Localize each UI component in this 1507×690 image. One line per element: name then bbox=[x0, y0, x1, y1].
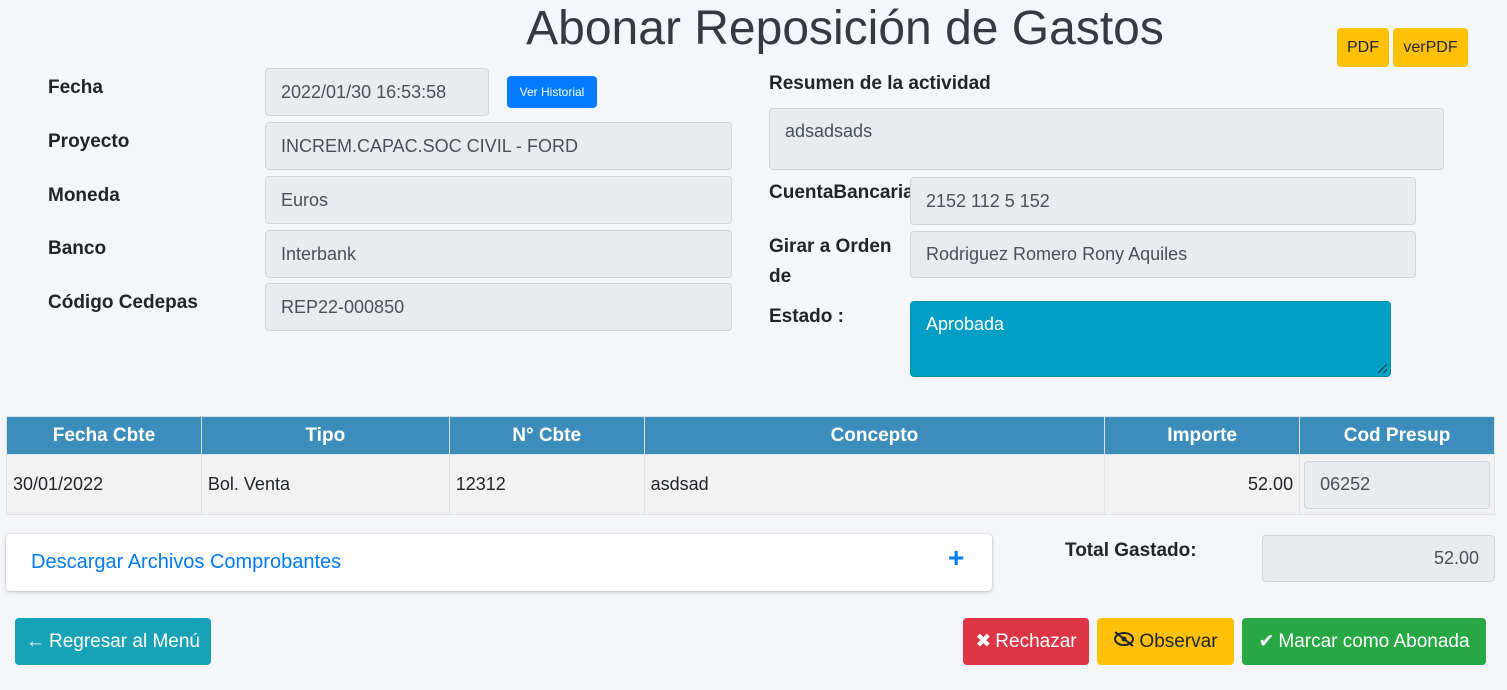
cod-presup-field[interactable]: 06252 bbox=[1304, 460, 1490, 509]
regresar-label: Regresar al Menú bbox=[48, 630, 201, 652]
estado-label: Estado : bbox=[769, 306, 844, 327]
eye-slash-icon bbox=[1113, 630, 1135, 653]
cell-importe: 52.00 bbox=[1104, 454, 1301, 515]
cell-numero: 12312 bbox=[448, 454, 645, 515]
table-header-row: Fecha Cbte Tipo N° Cbte Concepto Importe… bbox=[6, 416, 1495, 455]
archivos-link[interactable]: Descargar Archivos Comprobantes bbox=[31, 551, 341, 574]
banco-label: Banco bbox=[48, 238, 107, 259]
check-icon: ✔ bbox=[1258, 631, 1275, 652]
cell-concepto: asdsad bbox=[643, 454, 1106, 515]
total-label: Total Gastado: bbox=[1065, 540, 1197, 561]
cuenta-bancaria-label: CuentaBancaria bbox=[769, 182, 914, 203]
col-cod-presup: Cod Presup bbox=[1299, 416, 1495, 455]
pdf-button[interactable]: PDF bbox=[1337, 28, 1389, 67]
archivos-card[interactable]: Descargar Archivos Comprobantes + bbox=[6, 534, 992, 591]
total-field[interactable]: 52.00 bbox=[1262, 535, 1495, 582]
verpdf-button[interactable]: verPDF bbox=[1393, 28, 1468, 67]
page-title: Abonar Reposición de Gastos bbox=[526, 2, 1164, 55]
plus-icon[interactable]: + bbox=[948, 544, 964, 572]
regresar-menu-button[interactable]: ← Regresar al Menú bbox=[15, 618, 211, 665]
codigo-cedepas-field[interactable]: REP22-000850 bbox=[265, 283, 732, 331]
banco-field[interactable]: Interbank bbox=[265, 230, 732, 278]
girar-orden-field[interactable]: Rodriguez Romero Rony Aquiles bbox=[910, 231, 1416, 278]
arrow-left-icon: ← bbox=[25, 630, 45, 652]
col-tipo: Tipo bbox=[200, 416, 450, 455]
rechazar-button[interactable]: ✖ Rechazar bbox=[963, 618, 1089, 665]
col-concepto: Concepto bbox=[643, 416, 1106, 455]
fecha-label: Fecha bbox=[48, 77, 103, 98]
girar-orden-label: Girar a Orden bbox=[769, 236, 892, 257]
rechazar-label: Rechazar bbox=[995, 630, 1077, 652]
resumen-label: Resumen de la actividad bbox=[769, 73, 991, 94]
ver-historial-button[interactable]: Ver Historial bbox=[507, 76, 597, 108]
cuenta-bancaria-field[interactable]: 2152 112 5 152 bbox=[910, 177, 1416, 225]
proyecto-label: Proyecto bbox=[48, 131, 130, 152]
codigo-cedepas-label: Código Cedepas bbox=[48, 292, 198, 313]
col-importe: Importe bbox=[1104, 416, 1301, 455]
col-fecha-cbte: Fecha Cbte bbox=[6, 416, 202, 455]
cell-tipo: Bol. Venta bbox=[200, 454, 450, 515]
close-icon: ✖ bbox=[975, 631, 992, 652]
girar-orden-label-2: de bbox=[769, 266, 792, 287]
observar-label: Observar bbox=[1139, 630, 1218, 652]
resize-handle[interactable] bbox=[1378, 364, 1387, 373]
col-numero-cbte: N° Cbte bbox=[448, 416, 645, 455]
proyecto-field[interactable]: INCREM.CAPAC.SOC CIVIL - FORD bbox=[265, 122, 732, 170]
observar-button[interactable]: Observar bbox=[1097, 618, 1234, 665]
items-table: Fecha Cbte Tipo N° Cbte Concepto Importe… bbox=[6, 416, 1495, 515]
table-row: 30/01/2022 Bol. Venta 12312 asdsad 52.00… bbox=[6, 454, 1495, 515]
moneda-label: Moneda bbox=[48, 185, 120, 206]
abonada-label: Marcar como Abonada bbox=[1278, 630, 1470, 652]
fecha-field[interactable]: 2022/01/30 16:53:58 bbox=[265, 68, 489, 116]
resumen-field[interactable]: adsadsads bbox=[769, 108, 1444, 170]
marcar-abonada-button[interactable]: ✔ Marcar como Abonada bbox=[1242, 618, 1486, 665]
moneda-field[interactable]: Euros bbox=[265, 176, 732, 224]
estado-value: Aprobada bbox=[926, 314, 1005, 334]
cell-cod-presup: 06252 bbox=[1299, 454, 1495, 515]
cell-fecha: 30/01/2022 bbox=[6, 454, 202, 515]
total-value: 52.00 bbox=[1433, 548, 1479, 568]
estado-field[interactable]: Aprobada bbox=[910, 301, 1391, 377]
